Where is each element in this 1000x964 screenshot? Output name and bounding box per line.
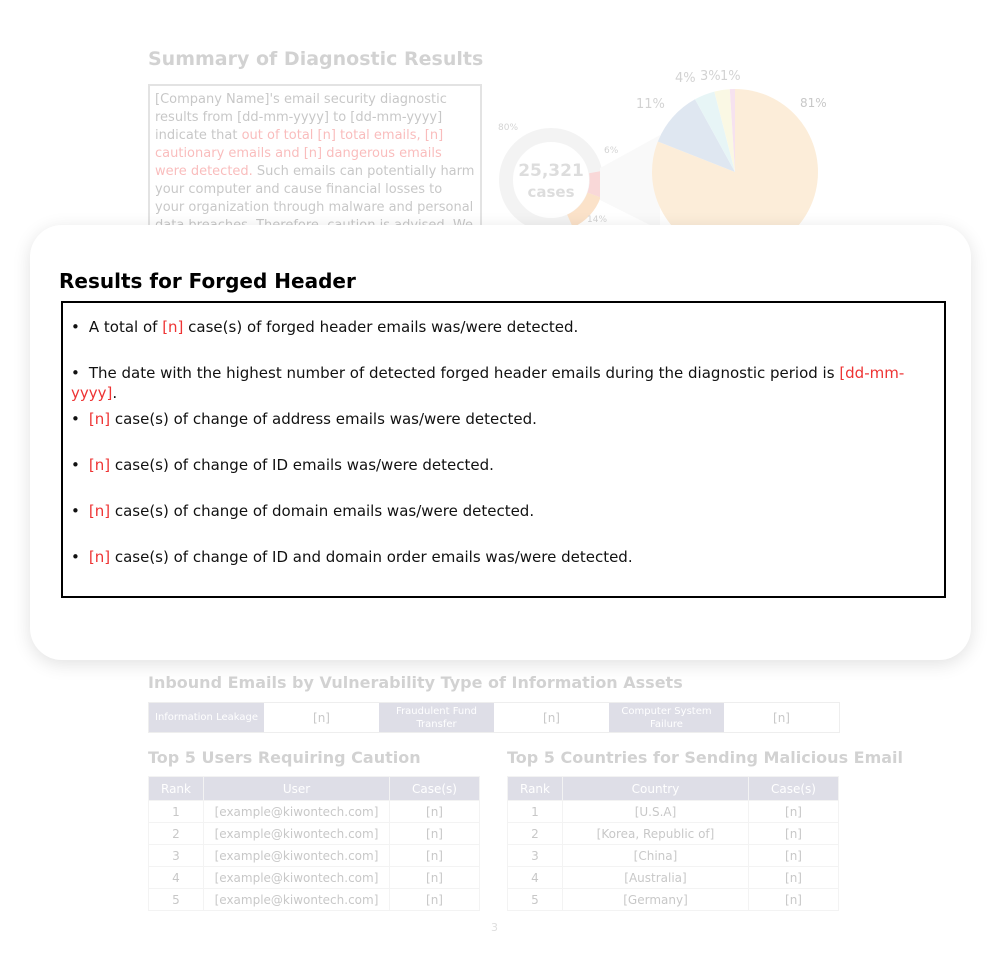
result-item: A total of [n] case(s) of forged header … bbox=[71, 317, 944, 363]
table-cell: [n] bbox=[389, 866, 480, 889]
table-row: 3 [example@kiwontech.com] [n] bbox=[148, 844, 480, 867]
pie-label: 3% bbox=[700, 69, 721, 84]
donut-label: 6% bbox=[604, 146, 619, 156]
result-text: . bbox=[112, 384, 118, 402]
users-title: Top 5 Users Requiring Caution bbox=[148, 748, 421, 767]
table-cell: 3 bbox=[507, 844, 563, 867]
table-cell: [example@kiwontech.com] bbox=[203, 822, 390, 845]
summary-text: [Company Name]'s email security diagnost… bbox=[148, 84, 482, 234]
table-cell: [n] bbox=[748, 866, 839, 889]
pie-label: 4% bbox=[675, 71, 696, 86]
result-item: [n] case(s) of change of ID emails was/w… bbox=[71, 455, 944, 501]
table-cell: [n] bbox=[389, 822, 480, 845]
result-text: case(s) of change of ID and domain order… bbox=[110, 548, 633, 566]
table-cell: [example@kiwontech.com] bbox=[203, 844, 390, 867]
table-row: 4 [example@kiwontech.com] [n] bbox=[148, 866, 480, 889]
vuln-table: Information Leakage [n] Fraudulent Fund T… bbox=[148, 702, 840, 733]
result-item: [n] case(s) of change of ID and domain o… bbox=[71, 547, 944, 593]
table-cell: [n] bbox=[389, 844, 480, 867]
table-row: 1 [example@kiwontech.com] [n] bbox=[148, 800, 480, 823]
table-cell: 3 bbox=[148, 844, 204, 867]
table-cell: [example@kiwontech.com] bbox=[203, 800, 390, 823]
vuln-value: [n] bbox=[773, 710, 790, 725]
vuln-value: [n] bbox=[543, 710, 560, 725]
card-title: Results for Forged Header bbox=[59, 269, 356, 293]
placeholder-value: [n] bbox=[88, 456, 111, 474]
column-header: Case(s) bbox=[389, 776, 480, 801]
table-cell: 2 bbox=[507, 822, 563, 845]
countries-title: Top 5 Countries for Sending Malicious Em… bbox=[507, 748, 904, 767]
table-row: 5 [Germany] [n] bbox=[507, 888, 839, 911]
table-cell: 5 bbox=[507, 888, 563, 911]
table-cell: 1 bbox=[507, 800, 563, 823]
table-cell: [example@kiwontech.com] bbox=[203, 866, 390, 889]
charts: 25,321 cases 80% 6% 14% 81% 11% 4% 3% 1% bbox=[498, 69, 827, 230]
table-cell: [n] bbox=[389, 888, 480, 911]
column-header: Rank bbox=[507, 776, 563, 801]
page-number: 3 bbox=[491, 921, 498, 934]
result-item: The date with the highest number of dete… bbox=[71, 363, 944, 409]
table-row: 5 [example@kiwontech.com] [n] bbox=[148, 888, 480, 911]
table-cell: [n] bbox=[748, 800, 839, 823]
table-cell: [China] bbox=[562, 844, 749, 867]
column-header: User bbox=[203, 776, 390, 801]
pie-label: 11% bbox=[636, 97, 665, 112]
table-cell: [n] bbox=[748, 844, 839, 867]
placeholder-value: [n] bbox=[88, 502, 111, 520]
summary-title: Summary of Diagnostic Results bbox=[148, 48, 484, 70]
forged-header-card: Results for Forged Header A total of [n]… bbox=[30, 225, 971, 660]
countries-table: Rank Country Case(s) 1 [U.S.A] [n] 2 [Korea, Re… bbox=[507, 776, 839, 911]
placeholder-value: [n] bbox=[88, 548, 111, 566]
result-item: [n] case(s) of change of address emails … bbox=[71, 409, 944, 455]
table-row: 4 [Australia] [n] bbox=[507, 866, 839, 889]
donut-center-value: 25,321 bbox=[518, 161, 584, 181]
table-cell: [n] bbox=[748, 822, 839, 845]
users-table: Rank User Case(s) 1 [example@kiwontech.com][… bbox=[148, 776, 480, 911]
table-cell: [Korea, Republic of] bbox=[562, 822, 749, 845]
table-header-row: Rank User Case(s) bbox=[148, 776, 480, 801]
column-header: Country bbox=[562, 776, 749, 801]
table-cell: 2 bbox=[148, 822, 204, 845]
placeholder-value: [n] bbox=[162, 318, 184, 336]
table-cell: [Germany] bbox=[562, 888, 749, 911]
table-row: 2 [Korea, Republic of] [n] bbox=[507, 822, 839, 845]
table-row: 1 [U.S.A] [n] bbox=[507, 800, 839, 823]
vuln-key: Computer System Failure bbox=[609, 703, 724, 732]
table-cell: 1 bbox=[148, 800, 204, 823]
vuln-title: Inbound Emails by Vulnerability Type of … bbox=[148, 673, 683, 692]
table-cell: [U.S.A] bbox=[562, 800, 749, 823]
results-list: A total of [n] case(s) of forged header … bbox=[61, 301, 946, 598]
pie-label: 1% bbox=[720, 69, 741, 84]
result-text: case(s) of change of ID emails was/were … bbox=[110, 456, 494, 474]
table-cell: [n] bbox=[389, 800, 480, 823]
table-row: 2 [example@kiwontech.com] [n] bbox=[148, 822, 480, 845]
result-text: case(s) of change of address emails was/… bbox=[110, 410, 537, 428]
column-header: Rank bbox=[148, 776, 204, 801]
result-text: case(s) of forged header emails was/were… bbox=[183, 318, 579, 336]
vuln-value: [n] bbox=[313, 710, 330, 725]
table-cell: [n] bbox=[748, 888, 839, 911]
donut-center-unit: cases bbox=[527, 183, 574, 201]
result-text: A total of bbox=[88, 318, 163, 336]
vuln-key: Information Leakage bbox=[149, 703, 264, 732]
table-header-row: Rank Country Case(s) bbox=[507, 776, 839, 801]
result-item: [n] case(s) of change of domain emails w… bbox=[71, 501, 944, 547]
placeholder-value: [n] bbox=[88, 410, 111, 428]
pie-chart bbox=[652, 89, 818, 230]
result-text: The date with the highest number of dete… bbox=[88, 364, 840, 382]
table-cell: [example@kiwontech.com] bbox=[203, 888, 390, 911]
pie-label: 81% bbox=[800, 96, 827, 110]
donut-label: 80% bbox=[498, 123, 518, 133]
table-cell: 4 bbox=[148, 866, 204, 889]
column-header: Case(s) bbox=[748, 776, 839, 801]
table-row: 3 [China] [n] bbox=[507, 844, 839, 867]
table-cell: 5 bbox=[148, 888, 204, 911]
table-cell: 4 bbox=[507, 866, 563, 889]
vuln-key: Fraudulent Fund Transfer bbox=[379, 703, 494, 732]
donut-slice-6 bbox=[587, 170, 604, 198]
table-cell: [Australia] bbox=[562, 866, 749, 889]
result-text: case(s) of change of domain emails was/w… bbox=[110, 502, 535, 520]
donut-label: 14% bbox=[587, 215, 607, 225]
